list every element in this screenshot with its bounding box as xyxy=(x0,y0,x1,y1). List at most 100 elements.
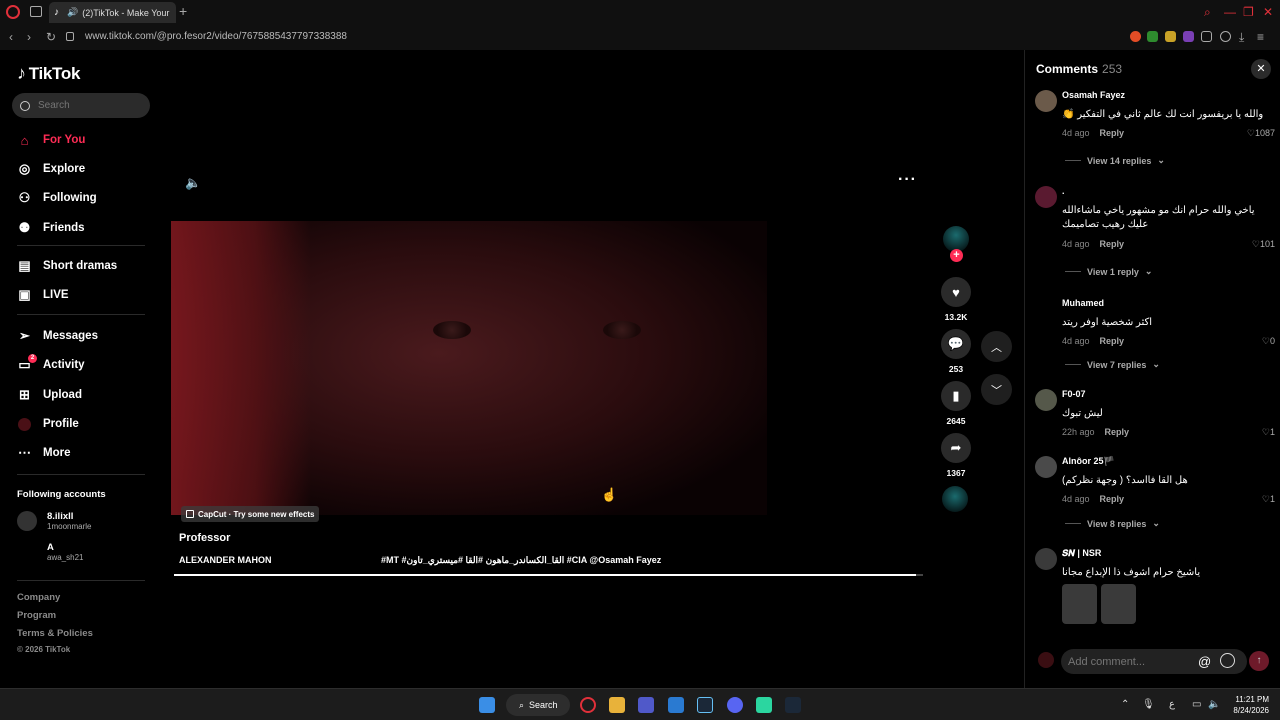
close-comments-button[interactable]: ✕ xyxy=(1251,59,1271,79)
teams-icon[interactable] xyxy=(638,697,654,713)
add-comment-input[interactable] xyxy=(1068,655,1198,668)
opera-menu-icon[interactable] xyxy=(6,5,20,19)
avatar[interactable] xyxy=(1035,548,1057,570)
reply-button[interactable]: Reply xyxy=(1100,239,1125,249)
language-indicator[interactable]: ع xyxy=(1169,699,1175,710)
share-icon[interactable]: ➦ xyxy=(941,433,971,463)
view-replies-button[interactable]: View 7 replies ⌄ xyxy=(1065,359,1160,370)
view-replies-button[interactable]: View 8 replies ⌄ xyxy=(1065,518,1160,529)
next-video-button[interactable]: ﹀ xyxy=(981,374,1012,405)
comment-likes[interactable]: ♡1 xyxy=(1262,494,1275,505)
extension-icon[interactable] xyxy=(1165,31,1176,42)
speaker-icon[interactable]: 🔈 xyxy=(1208,699,1220,710)
discord-icon[interactable] xyxy=(727,697,743,713)
nav-upload[interactable]: ⊞ Upload xyxy=(17,385,82,405)
nav-profile[interactable]: Profile xyxy=(17,414,79,434)
download-icon[interactable]: ⤓ xyxy=(1239,30,1244,45)
following-account[interactable]: 8.ilixll 1moonmarle xyxy=(17,511,91,531)
windows-start-icon[interactable] xyxy=(479,697,495,713)
video-progress-bar[interactable] xyxy=(174,574,923,576)
like-action[interactable]: ♥ 13.2K xyxy=(938,277,974,322)
comment-image-attachments[interactable] xyxy=(1062,584,1136,624)
footer-link-company[interactable]: Company xyxy=(17,592,60,603)
reply-button[interactable]: Reply xyxy=(1105,427,1130,437)
taskbar-clock[interactable]: 11:21 PM 8/24/2026 xyxy=(1227,694,1269,716)
address-bar[interactable]: www.tiktok.com/@pro.fesor2/video/7675885… xyxy=(85,31,347,42)
follow-button[interactable]: + xyxy=(950,249,963,262)
search-input[interactable] xyxy=(38,100,138,111)
nav-explore[interactable]: ◎ Explore xyxy=(17,159,85,179)
nav-friends[interactable]: ⚉ Friends xyxy=(17,218,85,238)
add-comment-box[interactable]: @ xyxy=(1061,649,1247,674)
reply-button[interactable]: Reply xyxy=(1100,494,1125,504)
capcut-effect-tag[interactable]: CapCut · Try some new effects xyxy=(181,506,320,522)
tiktok-logo[interactable]: ♪ TikTok xyxy=(17,63,80,84)
opera-icon[interactable] xyxy=(580,697,596,713)
extension-icon[interactable] xyxy=(1130,31,1141,42)
audio-playing-icon[interactable]: 🔊 xyxy=(67,7,78,18)
mention-icon[interactable]: @ xyxy=(1198,654,1211,669)
nav-for-you[interactable]: ⌂ For You xyxy=(17,130,86,150)
app-icon[interactable] xyxy=(756,697,772,713)
footer-link-program[interactable]: Program xyxy=(17,610,56,621)
reload-button[interactable]: ↻ xyxy=(46,30,56,44)
following-account[interactable]: A awa_sh21 xyxy=(17,542,83,562)
more-options-icon[interactable]: ··· xyxy=(898,171,917,189)
search-box[interactable] xyxy=(12,93,150,118)
footer-link-terms[interactable]: Terms & Policies xyxy=(17,628,93,639)
nav-more[interactable]: ⋯ More xyxy=(17,443,70,463)
comment-user[interactable]: F0-07 xyxy=(1062,389,1086,399)
microphone-icon[interactable]: 🎙 xyxy=(1142,699,1155,710)
minimize-button[interactable]: — xyxy=(1224,5,1236,19)
save-action[interactable]: ▮ 2645 xyxy=(938,381,974,426)
comment-user[interactable]: . xyxy=(1062,186,1065,196)
comment-likes[interactable]: ♡1 xyxy=(1262,427,1275,438)
search-tabs-icon[interactable]: ⌕ xyxy=(1204,5,1211,20)
network-icon[interactable]: ▭ xyxy=(1192,699,1201,710)
comment-icon[interactable]: 💬 xyxy=(941,329,971,359)
volume-icon[interactable]: 🔈 xyxy=(185,175,201,191)
workspaces-icon[interactable] xyxy=(30,6,42,17)
video-description[interactable]: #MT #القا_الكساندر_ماهون #القا #ميستري_ت… xyxy=(381,555,661,566)
avatar[interactable] xyxy=(1035,456,1057,478)
nav-live[interactable]: ▣ LIVE xyxy=(17,285,68,305)
send-comment-button[interactable]: ↑ xyxy=(1249,651,1269,671)
emoji-icon[interactable] xyxy=(1220,653,1235,668)
attachment-thumbnail[interactable] xyxy=(1062,584,1097,624)
nav-following[interactable]: ⚇ Following xyxy=(17,188,97,208)
lock-icon[interactable] xyxy=(66,32,74,41)
nav-activity[interactable]: ▭ 2 Activity xyxy=(17,353,85,375)
reply-button[interactable]: Reply xyxy=(1100,336,1125,346)
taskbar-search[interactable]: ⌕ Search xyxy=(506,694,570,716)
avatar[interactable] xyxy=(1035,186,1057,208)
maximize-button[interactable]: ❐ xyxy=(1243,5,1254,19)
chevron-up-icon[interactable]: ⌃ xyxy=(1121,699,1129,710)
back-button[interactable]: ‹ xyxy=(9,30,13,44)
comment-user[interactable]: Osamah Fayez xyxy=(1062,90,1125,100)
comment-user[interactable]: 𝑺𝑵 | NSR xyxy=(1062,548,1101,559)
video-player[interactable] xyxy=(171,221,767,515)
menu-icon[interactable]: ≡ xyxy=(1257,30,1264,44)
forward-button[interactable]: › xyxy=(27,30,31,44)
steam-icon[interactable] xyxy=(785,697,801,713)
comment-action[interactable]: 💬 253 xyxy=(938,329,974,374)
extension-icon[interactable] xyxy=(1147,31,1158,42)
nav-short-dramas[interactable]: ▤ Short dramas xyxy=(17,256,117,276)
nav-messages[interactable]: ➢ Messages xyxy=(17,326,98,346)
attachment-thumbnail[interactable] xyxy=(1101,584,1136,624)
steam-icon[interactable] xyxy=(697,697,713,713)
file-explorer-icon[interactable] xyxy=(609,697,625,713)
comment-likes[interactable]: ♡101 xyxy=(1252,239,1275,250)
browser-tab[interactable]: ♪ 🔊 (2)TikTok - Make Your xyxy=(49,2,176,23)
easy-setup-icon[interactable] xyxy=(1220,31,1231,42)
comment-likes[interactable]: ♡0 xyxy=(1262,336,1275,347)
avatar[interactable] xyxy=(1035,389,1057,411)
new-tab-button[interactable]: + xyxy=(179,4,187,18)
view-replies-button[interactable]: View 1 reply ⌄ xyxy=(1065,266,1152,277)
previous-video-button[interactable]: ︿ xyxy=(981,331,1012,362)
reply-button[interactable]: Reply xyxy=(1100,128,1125,138)
share-action[interactable]: ➦ 1367 xyxy=(938,433,974,478)
comment-user[interactable]: Muhamed xyxy=(1062,298,1104,308)
view-replies-button[interactable]: View 14 replies ⌄ xyxy=(1065,155,1165,166)
comment-user[interactable]: Alnôor 25🏴 xyxy=(1062,456,1115,467)
